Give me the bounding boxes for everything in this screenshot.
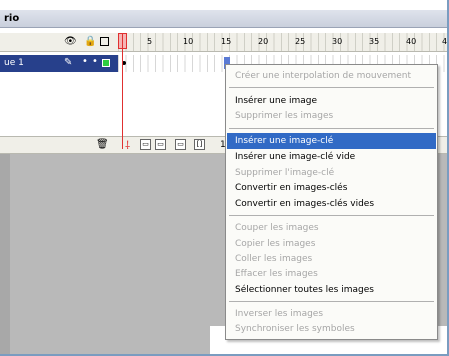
menu-copy-frames[interactable]: Copier les images bbox=[227, 236, 436, 252]
ruler-tick: 35 bbox=[369, 37, 380, 46]
ruler-tick: 15 bbox=[221, 37, 232, 46]
frame-ruler[interactable]: 1 5 10 15 20 25 30 35 40 45 bbox=[118, 33, 448, 51]
menu-separator bbox=[229, 301, 434, 302]
ruler-tick: 45 bbox=[442, 37, 448, 46]
menu-insert-blank-keyframe[interactable]: Insérer une image-clé vide bbox=[227, 149, 436, 165]
layer-name[interactable]: ue 1 bbox=[4, 58, 24, 68]
menu-reverse-frames[interactable]: Inverser les images bbox=[227, 306, 436, 322]
menu-remove-frames[interactable]: Supprimer les images bbox=[227, 108, 436, 124]
onion-skin-icon[interactable]: ▭ bbox=[140, 139, 151, 150]
onion-outline-icon[interactable]: ▭ bbox=[155, 139, 166, 150]
layer-cell[interactable]: ue 1 ✎ • • bbox=[0, 55, 119, 72]
ruler-tick: 20 bbox=[258, 37, 269, 46]
stage-left-strip bbox=[0, 154, 10, 354]
timeline-header: 👁 🔒 1 5 10 15 20 25 30 35 40 45 bbox=[0, 33, 448, 52]
layer-header: 👁 🔒 bbox=[0, 33, 119, 51]
menu-insert-keyframe[interactable]: Insérer une image-clé bbox=[227, 133, 436, 149]
menu-convert-to-blank-keyframes[interactable]: Convertir en images-clés vides bbox=[227, 196, 436, 212]
outline-color-icon[interactable] bbox=[102, 59, 110, 67]
ruler-tick: 30 bbox=[332, 37, 343, 46]
menu-separator bbox=[229, 128, 434, 129]
playhead[interactable] bbox=[122, 33, 123, 149]
menu-synchronize-symbols[interactable]: Synchroniser les symboles bbox=[227, 321, 436, 337]
timeline-window: rio 👁 🔒 1 5 10 15 20 25 30 35 40 45 ue 1… bbox=[0, 0, 449, 356]
center-frame-icon[interactable]: ⸸ bbox=[125, 138, 130, 153]
menu-separator bbox=[229, 87, 434, 88]
ruler-tick: 40 bbox=[406, 37, 417, 46]
menu-cut-frames[interactable]: Couper les images bbox=[227, 220, 436, 236]
menu-select-all-frames[interactable]: Sélectionner toutes les images bbox=[227, 282, 436, 298]
menu-clear-frames[interactable]: Effacer les images bbox=[227, 266, 436, 282]
menu-separator bbox=[229, 215, 434, 216]
edit-multiple-icon[interactable]: ▭ bbox=[175, 139, 186, 150]
visibility-dot-icon[interactable]: • bbox=[82, 56, 88, 67]
menu-clear-keyframe[interactable]: Supprimer l'image-clé bbox=[227, 165, 436, 181]
lock-icon[interactable]: 🔒 bbox=[84, 36, 96, 48]
pencil-icon: ✎ bbox=[64, 57, 73, 68]
ruler-tick: 10 bbox=[183, 37, 194, 46]
eye-icon[interactable]: 👁 bbox=[64, 36, 77, 48]
menu-create-motion-tween[interactable]: Créer une interpolation de mouvement bbox=[227, 68, 436, 84]
menu-convert-to-keyframes[interactable]: Convertir en images-clés bbox=[227, 180, 436, 196]
ruler-tick: 5 bbox=[147, 37, 153, 46]
lock-dot-icon[interactable]: • bbox=[92, 56, 98, 67]
outline-icon[interactable] bbox=[100, 37, 109, 46]
modify-markers-icon[interactable]: [] bbox=[194, 139, 205, 150]
panel-title: rio bbox=[0, 10, 447, 28]
trash-icon[interactable]: 🗑 bbox=[96, 139, 109, 150]
menu-insert-frame[interactable]: Insérer une image bbox=[227, 93, 436, 109]
context-menu: Créer une interpolation de mouvement Ins… bbox=[225, 64, 438, 340]
menu-paste-frames[interactable]: Coller les images bbox=[227, 251, 436, 267]
ruler-tick: 25 bbox=[295, 37, 306, 46]
